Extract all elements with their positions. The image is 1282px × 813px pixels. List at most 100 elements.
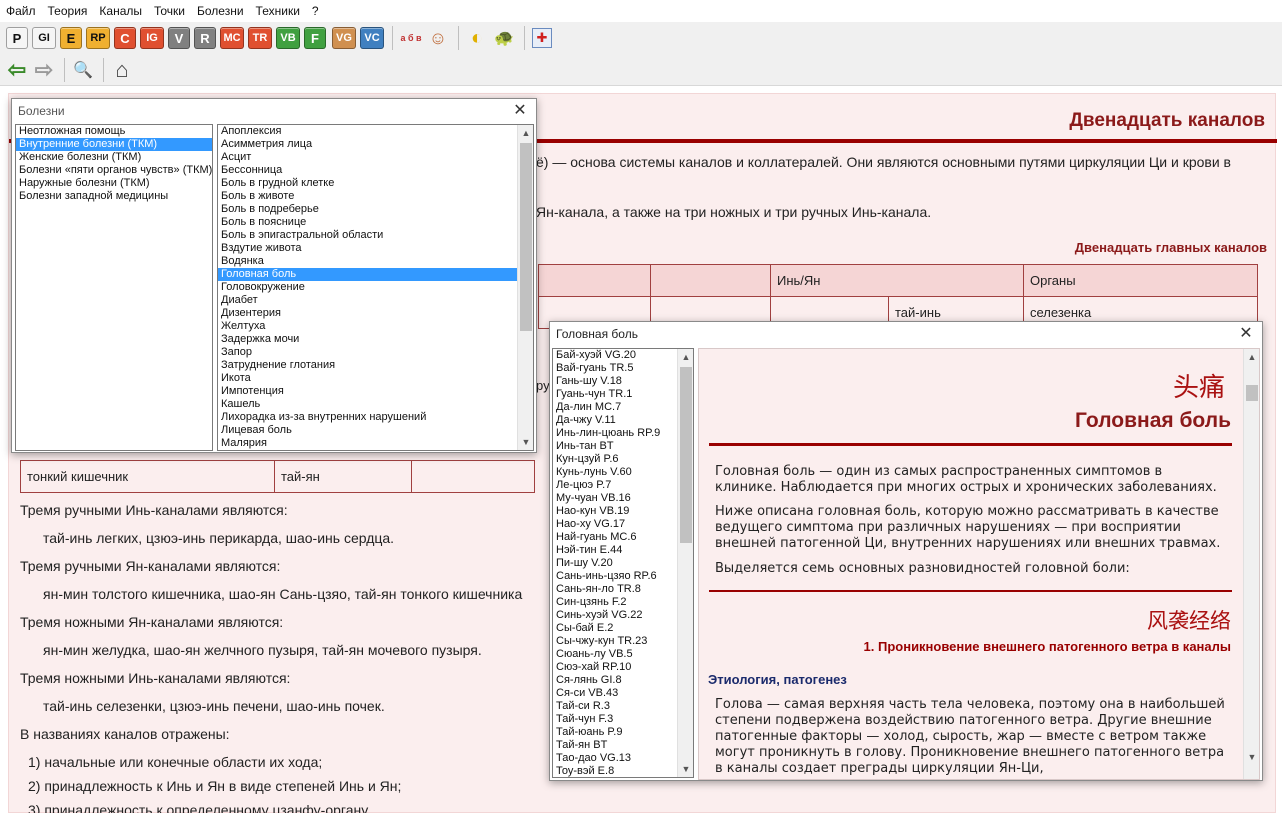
channel-button-gi[interactable]: GI	[32, 27, 56, 49]
scroll-up-icon[interactable]: ▲	[1244, 349, 1259, 365]
channel-button-vc[interactable]: VC	[360, 27, 384, 49]
category-item[interactable]: Болезни «пяти органов чувств» (ТКМ)	[16, 164, 212, 177]
point-item[interactable]: Тоу-вэй E.8	[553, 765, 693, 777]
home-icon[interactable]: ⌂	[111, 57, 133, 82]
disease-item[interactable]: Бессонница	[218, 164, 533, 177]
point-item[interactable]: Вай-гуань TR.5	[553, 362, 693, 375]
point-item[interactable]: Инь-тан BT	[553, 440, 693, 453]
disease-item[interactable]: Запор	[218, 346, 533, 359]
point-item[interactable]: Тай-си R.3	[553, 700, 693, 713]
point-item[interactable]: Кун-цзуй P.6	[553, 453, 693, 466]
category-list[interactable]: Неотложная помощь Внутренние болезни (ТКМ…	[15, 124, 213, 451]
point-item[interactable]: Сы-чжу-кун TR.23	[553, 635, 693, 648]
point-item[interactable]: Тай-ян BT	[553, 739, 693, 752]
scroll-down-icon[interactable]: ▼	[678, 761, 693, 777]
point-item[interactable]: Гань-шу V.18	[553, 375, 693, 388]
disease-item[interactable]: Головная боль	[218, 268, 533, 281]
point-item[interactable]: Му-чуан VB.16	[553, 492, 693, 505]
disease-item[interactable]: Икота	[218, 372, 533, 385]
point-item[interactable]: Бай-хуэй VG.20	[553, 349, 693, 362]
yin-yang-icon[interactable]: ◐	[466, 27, 488, 49]
point-item[interactable]: Гуань-чун TR.1	[553, 388, 693, 401]
scroll-up-icon[interactable]: ▲	[518, 125, 533, 141]
channel-button-r[interactable]: R	[194, 27, 216, 49]
disease-item[interactable]: Боль в животе	[218, 190, 533, 203]
point-item[interactable]: Нао-ху VG.17	[553, 518, 693, 531]
disease-item[interactable]: Боль в эпигастральной области	[218, 229, 533, 242]
disease-list-scrollbar[interactable]: ▲ ▼	[517, 125, 533, 450]
menu-file[interactable]: Файл	[6, 4, 42, 18]
disease-item[interactable]: Задержка мочи	[218, 333, 533, 346]
category-item[interactable]: Наружные болезни (ТКМ)	[16, 177, 212, 190]
point-item[interactable]: Нэй-тин E.44	[553, 544, 693, 557]
point-item[interactable]: Сань-инь-цзяо RP.6	[553, 570, 693, 583]
close-icon[interactable]: ✕	[510, 101, 530, 121]
menu-techniques[interactable]: Техники	[256, 4, 306, 18]
point-item[interactable]: Нао-кун VB.19	[553, 505, 693, 518]
channel-button-vg[interactable]: VG	[332, 27, 356, 49]
close-icon[interactable]: ✕	[1236, 324, 1256, 344]
menu-theory[interactable]: Теория	[48, 4, 94, 18]
channel-button-ig[interactable]: IG	[140, 27, 164, 49]
disease-item[interactable]: Апоплексия	[218, 125, 533, 138]
face-icon[interactable]: ☺	[427, 27, 449, 49]
disease-item[interactable]: Диабет	[218, 294, 533, 307]
point-item[interactable]: Синь-хуэй VG.22	[553, 609, 693, 622]
point-item[interactable]: Сань-ян-ло TR.8	[553, 583, 693, 596]
point-item[interactable]: Ся-лянь GI.8	[553, 674, 693, 687]
points-list-scrollbar[interactable]: ▲ ▼	[677, 349, 693, 777]
disease-item[interactable]: Асцит	[218, 151, 533, 164]
point-item[interactable]: Сюань-лу VB.5	[553, 648, 693, 661]
back-arrow-icon[interactable]: ⇦	[6, 57, 28, 82]
point-item[interactable]: Тай-юань P.9	[553, 726, 693, 739]
channel-button-c[interactable]: C	[114, 27, 136, 49]
channel-button-rp[interactable]: RP	[86, 27, 110, 49]
point-item[interactable]: Сы-бай E.2	[553, 622, 693, 635]
disease-item[interactable]: Боль в подреберье	[218, 203, 533, 216]
disease-list[interactable]: Апоплексия Асимметрия лица Асцит Бессонница…	[217, 124, 534, 451]
channel-button-e[interactable]: E	[60, 27, 82, 49]
disease-item[interactable]: Боль в пояснице	[218, 216, 533, 229]
disease-item[interactable]: Малярия	[218, 437, 533, 450]
scroll-up-icon[interactable]: ▲	[678, 349, 693, 365]
point-item[interactable]: Инь-лин-цюань RP.9	[553, 427, 693, 440]
channel-button-mc[interactable]: MC	[220, 27, 244, 49]
menu-points[interactable]: Точки	[154, 4, 191, 18]
turtle-icon[interactable]: 🐢	[493, 27, 515, 49]
point-item[interactable]: Да-лин MC.7	[553, 401, 693, 414]
disease-item[interactable]: Асимметрия лица	[218, 138, 533, 151]
point-item[interactable]: Кунь-лунь V.60	[553, 466, 693, 479]
category-item[interactable]: Женские болезни (ТКМ)	[16, 151, 212, 164]
channel-button-v[interactable]: V	[168, 27, 190, 49]
medical-kit-icon[interactable]: ✚	[532, 28, 552, 48]
disease-item[interactable]: Затруднение глотания	[218, 359, 533, 372]
category-item[interactable]: Внутренние болезни (ТКМ)	[16, 138, 212, 151]
search-icon[interactable]: 🔍	[72, 59, 94, 81]
point-item[interactable]: Син-цзянь F.2	[553, 596, 693, 609]
scroll-thumb[interactable]	[520, 143, 532, 331]
point-item[interactable]: Ся-си VB.43	[553, 687, 693, 700]
disease-item[interactable]: Кашель	[218, 398, 533, 411]
point-item[interactable]: Тай-чун F.3	[553, 713, 693, 726]
scroll-down-icon[interactable]: ▼	[1244, 749, 1259, 765]
channel-button-p[interactable]: P	[6, 27, 28, 49]
menu-help[interactable]: ?	[312, 4, 325, 18]
points-list[interactable]: Бай-хуэй VG.20 Вай-гуань TR.5 Гань-шу V.18…	[552, 348, 694, 778]
article-scrollbar[interactable]: ▲ ▼	[1243, 349, 1259, 779]
forward-arrow-icon[interactable]: ⇨	[33, 57, 55, 82]
menu-channels[interactable]: Каналы	[99, 4, 148, 18]
disease-item[interactable]: Лицевая боль	[218, 424, 533, 437]
scroll-down-icon[interactable]: ▼	[518, 434, 533, 450]
menu-diseases[interactable]: Болезни	[197, 4, 250, 18]
disease-item[interactable]: Головокружение	[218, 281, 533, 294]
disease-item[interactable]: Желтуха	[218, 320, 533, 333]
scroll-thumb[interactable]	[1246, 385, 1258, 401]
point-item[interactable]: Ле-цюэ P.7	[553, 479, 693, 492]
point-item[interactable]: Да-чжу V.11	[553, 414, 693, 427]
point-item[interactable]: Сюэ-хай RP.10	[553, 661, 693, 674]
disease-item[interactable]: Водянка	[218, 255, 533, 268]
point-item[interactable]: Тао-дао VG.13	[553, 752, 693, 765]
disease-item[interactable]: Лихорадка из-за внутренних нарушений	[218, 411, 533, 424]
disease-item[interactable]: Дизентерия	[218, 307, 533, 320]
point-item[interactable]: Пи-шу V.20	[553, 557, 693, 570]
